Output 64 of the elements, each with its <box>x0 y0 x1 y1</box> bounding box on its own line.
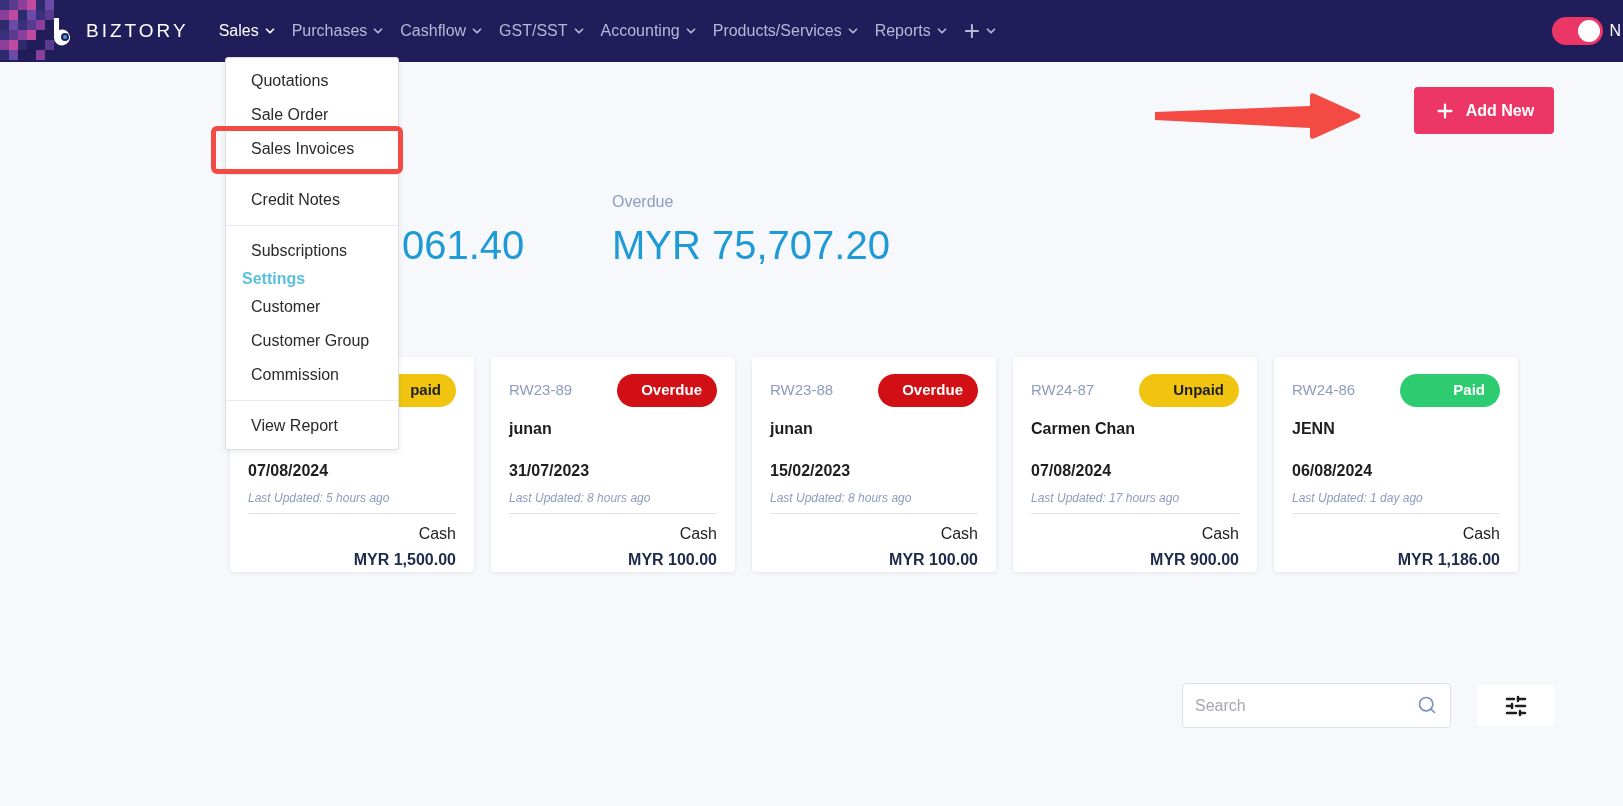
invoice-amount: MYR 100.00 <box>628 550 717 570</box>
invoice-number: RW24-86 <box>1292 380 1356 401</box>
menu-item[interactable]: Customer <box>226 290 398 324</box>
toggle-label: N <box>1609 21 1621 41</box>
add-new-button[interactable]: Add New <box>1414 87 1554 134</box>
search-field[interactable]: Search <box>1182 683 1451 728</box>
stat-label: Overdue <box>612 192 675 212</box>
nav-menu[interactable]: Sales <box>218 19 277 43</box>
last-updated-text: Last Updated: 1 day ago <box>1292 490 1424 507</box>
payment-method: Cash <box>418 524 456 544</box>
invoice-date: 31/07/2023 <box>509 461 590 481</box>
invoice-amount: MYR 1,186.00 <box>1397 550 1500 570</box>
nav-menu[interactable]: Accounting <box>600 19 698 43</box>
payment-method: Cash <box>679 524 717 544</box>
stat-value: 061.40 <box>402 222 526 269</box>
invoice-date: 07/08/2024 <box>248 461 329 481</box>
nav-menu[interactable]: Purchases <box>291 19 386 43</box>
status-badge: Paid <box>1400 374 1500 407</box>
filter-icon <box>1503 693 1528 718</box>
invoice-card[interactable]: RW23-89 Overdue junan 31/07/2023 Last Updated: 8 hours ago Cash MYR 100.00 <box>491 357 735 572</box>
invoice-card[interactable]: RW24-86 Paid JENN 06/08/2024 Last Updated: 1 day ago Cash MYR 1,186.00 <box>1274 357 1518 572</box>
menu-item[interactable]: Sales Invoices <box>226 132 398 166</box>
stat-value: MYR 75,707.20 <box>612 222 890 269</box>
customer-name: JENN <box>1292 418 1335 439</box>
invoice-date: 15/02/2023 <box>770 461 851 481</box>
status-badge: Unpaid <box>1139 374 1239 407</box>
status-badge: Overdue <box>878 374 978 407</box>
pixel-mosaic-drawing <box>0 0 54 60</box>
nav-menu[interactable]: Products/Services <box>712 19 860 43</box>
invoice-card[interactable]: RW24-87 Unpaid Carmen Chan 07/08/2024 Last Updated: 17 hours ago Cash MYR 900.00 <box>1013 357 1257 572</box>
invoice-number: RW24-87 <box>1031 380 1095 401</box>
search-icon <box>1417 695 1437 715</box>
customer-name: junan <box>509 418 552 439</box>
invoice-number: RW23-88 <box>770 380 834 401</box>
nav-menu[interactable]: GST/SST <box>499 19 586 43</box>
filter-button[interactable] <box>1477 685 1554 726</box>
payment-method: Cash <box>940 524 978 544</box>
brand-name: BIZTORY <box>86 18 189 43</box>
last-updated-text: Last Updated: 8 hours ago <box>509 490 652 507</box>
customer-name: Carmen Chan <box>1031 418 1136 439</box>
menu-item[interactable]: Sale Order <box>226 98 398 132</box>
menu-item[interactable]: Credit Notes <box>226 183 398 217</box>
toggle-switch[interactable] <box>1552 17 1604 45</box>
invoice-number: RW23-89 <box>509 380 573 401</box>
invoice-card[interactable]: RW23-88 Overdue junan 15/02/2023 Last Updated: 8 hours ago Cash MYR 100.00 <box>752 357 996 572</box>
payment-method: Cash <box>1462 524 1500 544</box>
payment-method: Cash <box>1201 524 1239 544</box>
invoice-amount: MYR 900.00 <box>1150 550 1239 570</box>
last-updated-text: Last Updated: 8 hours ago <box>770 490 913 507</box>
customer-name: junan <box>770 418 813 439</box>
menu-item[interactable]: Quotations <box>226 64 398 98</box>
invoice-amount: MYR 100.00 <box>889 550 978 570</box>
invoice-date: 06/08/2024 <box>1292 461 1373 481</box>
last-updated-text: Last Updated: 17 hours ago <box>1031 490 1181 507</box>
nav-menu[interactable]: Cashflow <box>400 19 485 43</box>
nav-menu[interactable]: Reports <box>874 19 949 43</box>
menu-section-header: Settings <box>242 269 306 289</box>
nav-menu[interactable]: + <box>963 10 999 52</box>
menu-item[interactable]: Subscriptions <box>226 234 398 268</box>
invoice-amount: MYR 1,500.00 <box>353 550 456 570</box>
status-badge: Overdue <box>617 374 717 407</box>
menu-item[interactable]: Customer Group <box>226 324 398 358</box>
invoice-date: 07/08/2024 <box>1031 461 1112 481</box>
last-updated-text: Last Updated: 5 hours ago <box>248 490 391 507</box>
